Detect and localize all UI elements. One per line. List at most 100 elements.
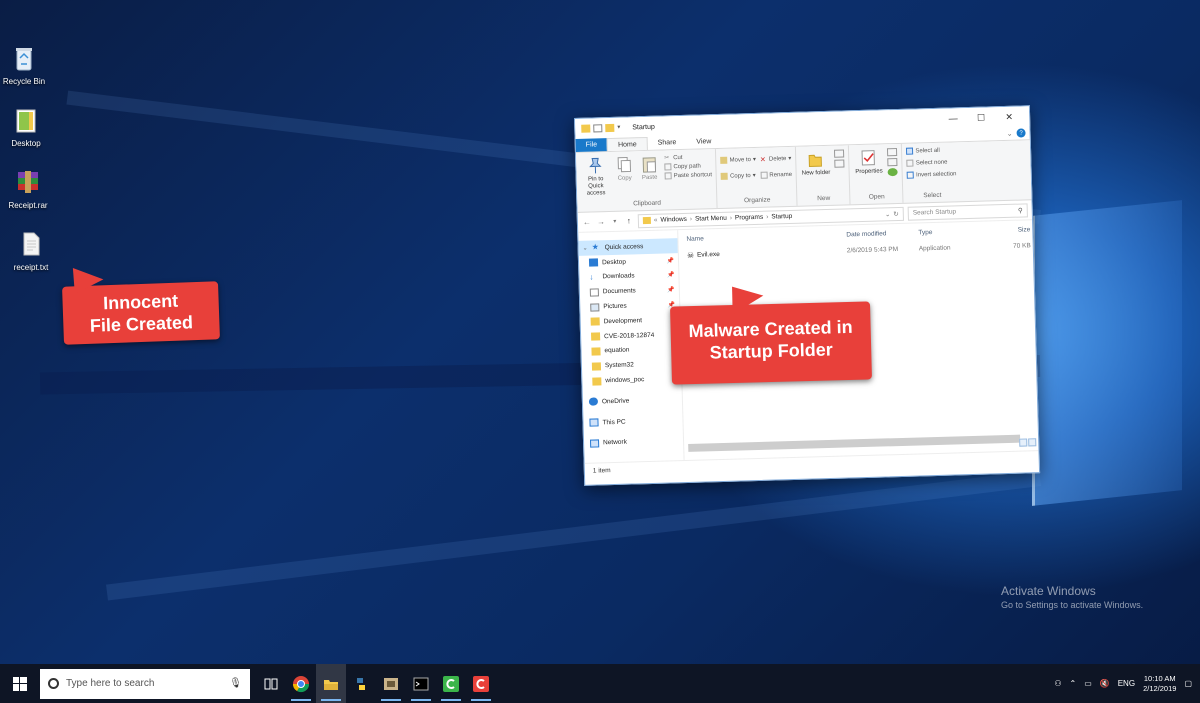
close-button[interactable]: ✕ <box>995 111 1023 123</box>
select-all-button[interactable]: Select all <box>906 146 956 155</box>
taskbar-app-terminal[interactable] <box>406 664 436 703</box>
nav-label: Documents <box>602 287 636 296</box>
tab-view[interactable]: View <box>686 135 721 149</box>
nav-label: Pictures <box>603 302 627 311</box>
desktop-icon-receipt-rar[interactable]: Receipt.rar <box>0 168 58 210</box>
chevron-down-icon[interactable]: ▾ <box>617 124 626 132</box>
start-button[interactable] <box>0 664 40 703</box>
nav-label: System32 <box>604 361 634 370</box>
nav-label: OneDrive <box>601 397 630 406</box>
tab-file[interactable]: File <box>575 138 608 152</box>
recent-locations-icon[interactable]: ▾ <box>610 218 620 225</box>
folder-icon <box>591 332 601 341</box>
paste-icon <box>642 157 657 173</box>
maximize-button[interactable]: ☐ <box>967 112 995 124</box>
copy-path-button[interactable]: Copy path <box>664 162 712 171</box>
move-to-button[interactable]: Move to ▾ <box>720 156 756 164</box>
history-icon[interactable] <box>887 167 899 177</box>
file-explorer-window[interactable]: ▾ Startup — ☐ ✕ File Home Share View ⌄ ?… <box>574 105 1041 486</box>
column-header-name[interactable]: Name <box>686 231 846 242</box>
clock[interactable]: 10:10 AM 2/12/2019 <box>1143 674 1176 694</box>
cut-button[interactable]: ✂ Cut <box>664 153 712 161</box>
breadcrumb-item[interactable]: Start Menu <box>695 215 727 223</box>
desktop-icon-recycle-bin[interactable]: Recycle Bin <box>0 44 54 86</box>
desktop-icon-receipt-txt[interactable]: receipt.txt <box>1 230 61 272</box>
breadcrumb-item[interactable]: Startup <box>771 213 792 221</box>
details-view-icon[interactable] <box>1019 438 1028 447</box>
folder-icon <box>642 216 651 225</box>
taskbar-app-python[interactable] <box>346 664 376 703</box>
new-item-icon[interactable] <box>834 149 845 158</box>
nav-label: equation <box>604 347 630 355</box>
desktop-icon-desktop[interactable]: Desktop <box>0 106 56 148</box>
edit-icon[interactable] <box>887 157 898 167</box>
taskbar-app-green-c[interactable] <box>436 664 466 703</box>
properties-icon[interactable] <box>593 124 603 133</box>
taskbar-app-chrome[interactable] <box>286 664 316 703</box>
copy-button[interactable]: Copy <box>614 153 635 201</box>
desktop-icon-label: Desktop <box>11 139 41 148</box>
tab-home[interactable]: Home <box>606 136 648 152</box>
paste-button[interactable]: Paste <box>638 153 661 201</box>
breadcrumb-item[interactable]: Windows <box>660 216 687 224</box>
column-header-date[interactable]: Date modified <box>846 229 918 238</box>
refresh-icon[interactable]: ↻ <box>893 209 899 217</box>
cut-label: Cut <box>673 154 683 161</box>
taskbar-app-red-c[interactable] <box>466 664 496 703</box>
taskbar-app-generic[interactable] <box>376 664 406 703</box>
folder-icon <box>592 376 602 386</box>
back-arrow-icon[interactable]: ← <box>582 218 592 227</box>
chevron-down-icon[interactable]: ⌄ <box>885 210 891 218</box>
tab-share[interactable]: Share <box>648 136 687 150</box>
properties-button[interactable]: Properties <box>853 146 884 194</box>
forward-arrow-icon[interactable]: → <box>596 217 606 226</box>
expand-ribbon-icon[interactable]: ⌄ <box>1007 129 1013 137</box>
taskbar-app-file-explorer[interactable] <box>316 664 346 703</box>
help-icon[interactable]: ? <box>1016 128 1026 138</box>
microphone-icon[interactable]: 🎙 <box>229 678 242 689</box>
volume-muted-icon[interactable]: 🔇 <box>1100 679 1110 688</box>
easy-access-icon[interactable] <box>834 159 845 168</box>
network-icon[interactable]: ▭ <box>1084 679 1092 688</box>
up-arrow-icon[interactable]: ↑ <box>624 216 634 225</box>
large-icons-view-icon[interactable] <box>1028 438 1037 447</box>
skull-crossbones-icon: ☠ <box>686 250 695 260</box>
copy-path-icon <box>664 163 672 171</box>
select-all-label: Select all <box>915 147 940 154</box>
new-folder-icon[interactable] <box>605 123 615 133</box>
new-folder-button[interactable]: New folder <box>800 148 831 196</box>
invert-selection-button[interactable]: Invert selection <box>907 170 957 179</box>
paste-label: Paste <box>641 174 658 182</box>
window-title: Startup <box>632 123 655 131</box>
rename-button[interactable]: Rename <box>760 171 792 179</box>
column-header-size[interactable]: Size <box>990 226 1031 234</box>
column-header-type[interactable]: Type <box>918 227 990 236</box>
breadcrumb-item[interactable]: Programs <box>735 214 763 222</box>
pin-icon: 📌 <box>666 272 675 279</box>
pin-to-quick-access-button[interactable]: Pin to Quick access <box>580 154 611 202</box>
winrar-archive-icon <box>18 171 38 193</box>
search-icon: ⚲ <box>1017 207 1023 215</box>
search-input[interactable]: Search Startup ⚲ <box>907 202 1028 221</box>
delete-button[interactable]: ✕ Delete ▾ <box>760 155 792 164</box>
search-placeholder: Search Startup <box>912 208 957 217</box>
people-icon[interactable]: ⚇ <box>1054 679 1061 688</box>
nav-label: Downloads <box>602 272 635 281</box>
navigation-pane[interactable]: ⌄ ★ Quick access Desktop 📌 ↓ Downloads 📌 Do… <box>578 230 685 463</box>
paste-shortcut-button[interactable]: Paste shortcut <box>664 171 713 180</box>
task-view-icon <box>264 678 278 689</box>
copy-to-button[interactable]: Copy to ▾ <box>720 172 757 180</box>
open-icon[interactable] <box>887 147 898 157</box>
language-indicator[interactable]: ENG <box>1118 679 1135 688</box>
star-icon: ★ <box>591 242 599 252</box>
task-view-button[interactable] <box>256 664 286 703</box>
nav-network[interactable]: Network <box>584 434 683 452</box>
select-none-button[interactable]: Select none <box>906 158 957 167</box>
minimize-button[interactable]: — <box>939 113 967 125</box>
chevron-down-icon[interactable]: ⌄ <box>583 245 588 252</box>
horizontal-scrollbar[interactable] <box>688 434 1021 452</box>
chevron-up-icon[interactable]: ⌃ <box>1069 679 1076 688</box>
taskbar-search-input[interactable]: Type here to search 🎙 <box>40 668 250 699</box>
item-count: 1 item <box>592 467 611 475</box>
notifications-icon[interactable]: ▢ <box>1184 679 1192 688</box>
